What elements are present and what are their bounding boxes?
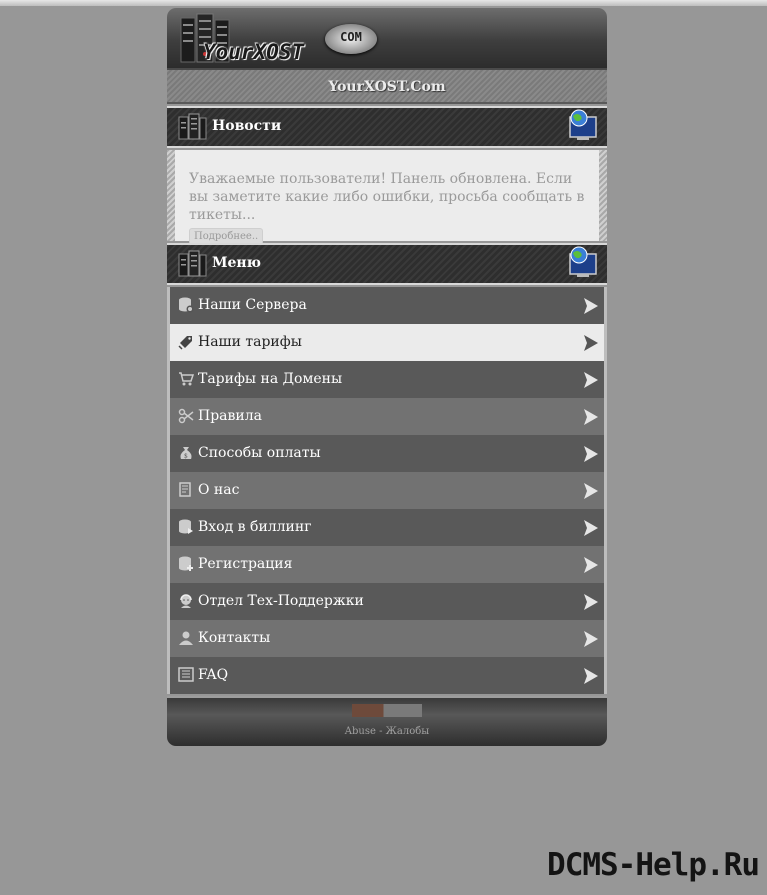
menu-item-payment-methods[interactable]: $ Способы оплаты xyxy=(170,435,604,472)
server-icon xyxy=(178,250,207,277)
logo-wordmark: YourXOST xyxy=(203,40,305,64)
menu-item-registration[interactable]: Регистрация xyxy=(170,546,604,583)
menu-item-tariffs[interactable]: Наши тарифы xyxy=(170,324,604,361)
watermark: DCMS-Help.Ru xyxy=(547,847,760,883)
user-icon xyxy=(179,631,193,645)
list-icon xyxy=(178,667,194,682)
menu-item-servers[interactable]: Наши Сервера xyxy=(170,287,604,324)
arrow-right-icon xyxy=(584,520,598,536)
database-icon xyxy=(179,297,194,313)
cart-icon xyxy=(179,372,194,386)
money-bag-icon: $ xyxy=(180,447,192,460)
site-title-bar: YourXOST.Com xyxy=(167,68,607,104)
site-logo[interactable]: YourXOST COM xyxy=(177,10,377,68)
globe-monitor-icon xyxy=(569,109,597,140)
document-icon xyxy=(179,482,191,497)
site-title: YourXOST.Com xyxy=(328,79,446,95)
news-heading: Новости xyxy=(212,118,282,134)
scissors-icon xyxy=(178,408,194,424)
menu-header: Меню xyxy=(167,243,607,285)
header: YourXOST COM xyxy=(167,8,607,68)
main-menu: Наши Сервера Наши тарифы Тарифы на Домен… xyxy=(167,287,607,694)
database-plus-icon xyxy=(179,556,193,571)
menu-item-contacts[interactable]: Контакты xyxy=(170,620,604,657)
menu-heading: Меню xyxy=(212,255,262,271)
menu-item-support[interactable]: Отдел Тех-Поддержки xyxy=(170,583,604,620)
globe-monitor-icon xyxy=(569,246,597,277)
arrow-right-icon xyxy=(584,631,598,647)
news-block: Уважаемые пользователи! Панель обновлена… xyxy=(167,150,607,245)
menu-item-label: FAQ xyxy=(198,667,229,683)
menu-item-rules[interactable]: Правила xyxy=(170,398,604,435)
site-container: YourXOST COM YourXOST.Com Новости Уважае… xyxy=(167,8,607,746)
arrow-right-icon xyxy=(584,335,598,351)
svg-text:$: $ xyxy=(184,453,188,460)
menu-item-billing-login[interactable]: Вход в биллинг xyxy=(170,509,604,546)
arrow-right-icon xyxy=(584,298,598,314)
database-arrow-icon xyxy=(179,519,193,534)
menu-item-domain-tariffs[interactable]: Тарифы на Домены xyxy=(170,361,604,398)
arrow-right-icon xyxy=(584,483,598,499)
menu-item-label: Регистрация xyxy=(198,556,293,572)
arrow-right-icon xyxy=(584,446,598,462)
news-panel: Уважаемые пользователи! Панель обновлена… xyxy=(175,150,599,245)
menu-item-label: Правила xyxy=(198,408,262,424)
news-header: Новости xyxy=(167,106,607,148)
news-text: Уважаемые пользователи! Панель обновлена… xyxy=(189,171,585,223)
visitor-counter-badge[interactable] xyxy=(352,704,422,717)
abuse-link[interactable]: Abuse - Жалобы xyxy=(167,726,607,737)
arrow-right-icon xyxy=(584,372,598,388)
arrow-right-icon xyxy=(584,409,598,425)
arrow-right-icon xyxy=(584,594,598,610)
arrow-right-icon xyxy=(584,557,598,573)
server-icon xyxy=(178,113,207,140)
menu-item-label: Вход в биллинг xyxy=(198,519,312,535)
logo-com-badge: COM xyxy=(325,24,377,54)
tag-icon xyxy=(178,336,192,350)
menu-item-label: Наши Сервера xyxy=(198,297,307,313)
support-agent-icon xyxy=(180,594,192,608)
menu-item-label: Отдел Тех-Поддержки xyxy=(198,593,364,609)
menu-item-label: Тарифы на Домены xyxy=(198,371,343,387)
menu-item-label: О нас xyxy=(198,482,240,498)
menu-item-label: Контакты xyxy=(198,630,271,646)
arrow-right-icon xyxy=(584,668,598,684)
menu-item-label: Способы оплаты xyxy=(198,445,321,461)
menu-item-about[interactable]: О нас xyxy=(170,472,604,509)
browser-top-strip xyxy=(0,0,767,6)
footer: Abuse - Жалобы xyxy=(167,696,607,746)
menu-item-faq[interactable]: FAQ xyxy=(170,657,604,694)
menu-item-label: Наши тарифы xyxy=(198,334,302,350)
